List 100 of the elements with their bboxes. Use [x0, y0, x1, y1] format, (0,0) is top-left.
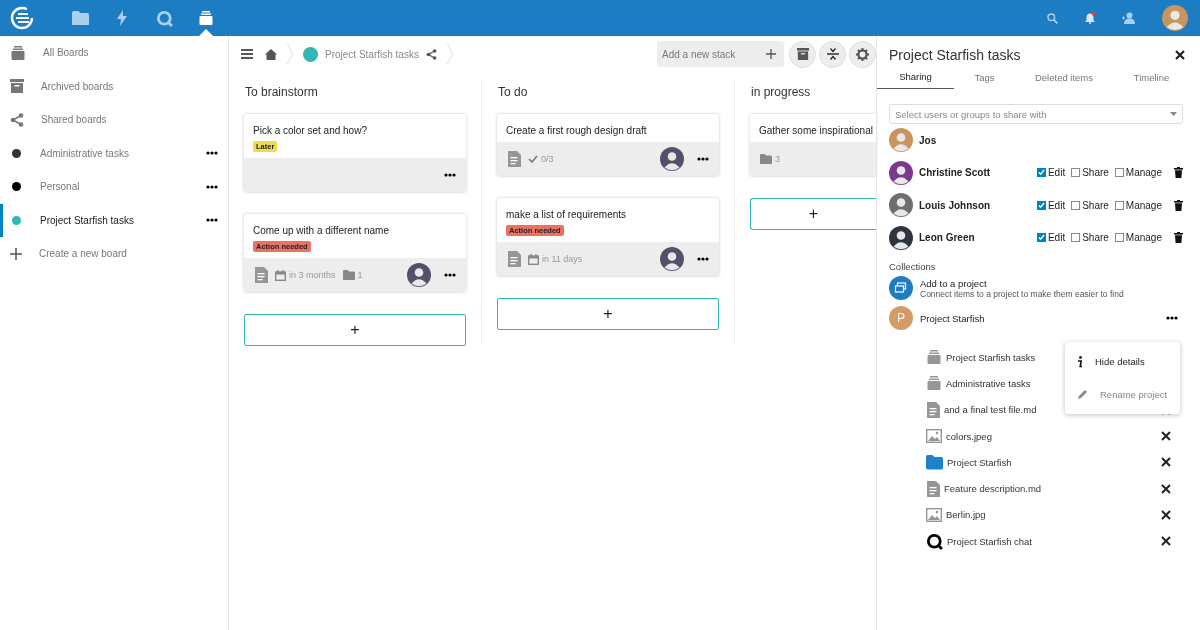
tab[interactable]: Tags	[954, 68, 1015, 89]
search-icon[interactable]	[1047, 12, 1058, 24]
trash-icon[interactable]	[1174, 232, 1183, 244]
add-card-button[interactable]: +	[750, 198, 876, 230]
collapse-button[interactable]	[819, 40, 846, 68]
card-title: Create a first rough design draft	[506, 125, 647, 136]
close-icon[interactable]	[1175, 50, 1185, 60]
share-icon	[10, 112, 24, 127]
tab[interactable]: Timeline	[1113, 68, 1190, 89]
trash-icon[interactable]	[1174, 167, 1183, 179]
stack-title: in progress	[751, 85, 812, 99]
bell-icon[interactable]	[1084, 12, 1096, 24]
sidebar-item[interactable]: Shared boards	[0, 103, 228, 137]
stack-title: To brainstorm	[245, 85, 319, 99]
plus-icon	[10, 247, 22, 260]
sidebar-item[interactable]: All Boards	[0, 36, 228, 70]
avatar	[889, 193, 913, 218]
new-stack-field[interactable]: Add a new stack	[657, 41, 784, 67]
plus-icon[interactable]	[766, 49, 776, 59]
linked-item[interactable]: Project Starfish chat	[947, 535, 1157, 547]
due-date: in 3 months	[289, 270, 336, 280]
archive-button[interactable]	[789, 40, 816, 68]
logo-icon[interactable]	[10, 6, 34, 30]
more-icon[interactable]	[206, 218, 218, 223]
more-icon[interactable]	[206, 184, 218, 189]
tab[interactable]: Sharing	[877, 68, 954, 89]
breadcrumb-link[interactable]: Project Starfish tasks	[325, 48, 419, 60]
image-icon	[926, 507, 942, 522]
linked-item[interactable]: Berlin.jpg	[946, 509, 1157, 521]
chevron-icon	[287, 44, 293, 64]
project-icon[interactable]	[889, 276, 913, 300]
more-icon[interactable]	[444, 173, 456, 177]
menu-item[interactable]: Hide details	[1065, 345, 1180, 378]
sidebar-item[interactable]: Create a new board	[0, 237, 228, 271]
more-icon[interactable]	[697, 257, 709, 261]
more-icon[interactable]	[206, 151, 218, 156]
avatar	[1162, 5, 1188, 31]
linked-item[interactable]: colors.jpeg	[946, 430, 1157, 442]
trash-icon[interactable]	[1174, 199, 1183, 211]
more-icon[interactable]	[697, 157, 709, 161]
document-icon	[926, 480, 940, 497]
checkmark-icon	[1037, 169, 1045, 177]
permission-checkbox[interactable]: Edit	[1036, 199, 1066, 211]
card-title: Gather some inspirational	[759, 125, 873, 136]
permission-checkbox[interactable]: Edit	[1036, 232, 1066, 244]
info-icon	[1077, 355, 1083, 368]
checkmark-icon	[528, 155, 538, 163]
permission-checkbox[interactable]: Manage	[1114, 167, 1162, 179]
add-card-button[interactable]: +	[244, 314, 466, 346]
menu-icon[interactable]	[241, 49, 253, 59]
more-icon[interactable]	[1166, 316, 1178, 320]
more-icon[interactable]	[444, 273, 456, 277]
add-project-link[interactable]: Add to a project	[920, 277, 1124, 289]
document-icon	[926, 401, 940, 418]
avatar	[889, 160, 913, 185]
user-name: Leon Green	[919, 232, 976, 244]
task-card[interactable]: Gather some inspirational 3	[750, 114, 876, 176]
sidebar-item[interactable]: Personal	[0, 170, 228, 204]
task-card[interactable]: Create a first rough design draft 0/3	[497, 114, 719, 176]
user-name: Jos	[919, 134, 938, 146]
permission-checkbox[interactable]: Share	[1071, 199, 1109, 211]
permission-checkbox[interactable]: Manage	[1114, 199, 1162, 211]
permission-checkbox[interactable]: Edit	[1036, 167, 1066, 179]
add-card-button[interactable]: +	[497, 298, 719, 330]
sidebar-item[interactable]: Archived boards	[0, 69, 228, 103]
card-title: make a list of requirements	[506, 209, 627, 220]
remove-icon[interactable]	[1161, 536, 1171, 547]
card-title: Pick a color set and how?	[253, 125, 367, 136]
linked-item[interactable]: Project Starfish	[947, 456, 1157, 468]
checkmark-icon	[1037, 201, 1045, 209]
add-project-hint: Connect items to a project to make them easier to find	[920, 288, 1124, 299]
sidebar-item[interactable]: Administrative tasks	[0, 136, 228, 170]
calendar-icon	[275, 269, 286, 281]
permission-checkbox[interactable]: Manage	[1114, 232, 1162, 244]
settings-button[interactable]	[849, 40, 876, 68]
archive-icon	[10, 79, 24, 94]
permission-checkbox[interactable]: Share	[1071, 232, 1109, 244]
user-name: Louis Johnson	[919, 199, 992, 211]
sidebar-item[interactable]: Project Starfish tasks	[0, 203, 228, 237]
calendar-icon	[528, 253, 539, 265]
share-icon[interactable]	[425, 48, 437, 60]
stack-icon	[926, 349, 942, 366]
chat-bubble-icon	[926, 532, 943, 550]
attachment-count: 3	[775, 154, 780, 164]
folder-icon	[760, 153, 772, 165]
home-icon[interactable]	[265, 48, 277, 60]
share-search-field[interactable]: Select users or groups to share with	[889, 104, 1183, 124]
tab[interactable]: Deleted items	[1015, 68, 1113, 89]
avatar	[889, 225, 913, 250]
dropdown-icon[interactable]	[1170, 112, 1177, 116]
folder-icon	[342, 269, 355, 281]
remove-icon[interactable]	[1161, 509, 1171, 520]
permission-checkbox[interactable]: Share	[1071, 167, 1109, 179]
remove-icon[interactable]	[1161, 483, 1171, 494]
contacts-icon[interactable]	[1122, 12, 1136, 24]
stack-icon	[198, 10, 214, 26]
stack-icon	[926, 375, 942, 392]
remove-icon[interactable]	[1161, 457, 1171, 468]
remove-icon[interactable]	[1161, 431, 1171, 442]
linked-item[interactable]: Feature description.md	[944, 483, 1157, 495]
